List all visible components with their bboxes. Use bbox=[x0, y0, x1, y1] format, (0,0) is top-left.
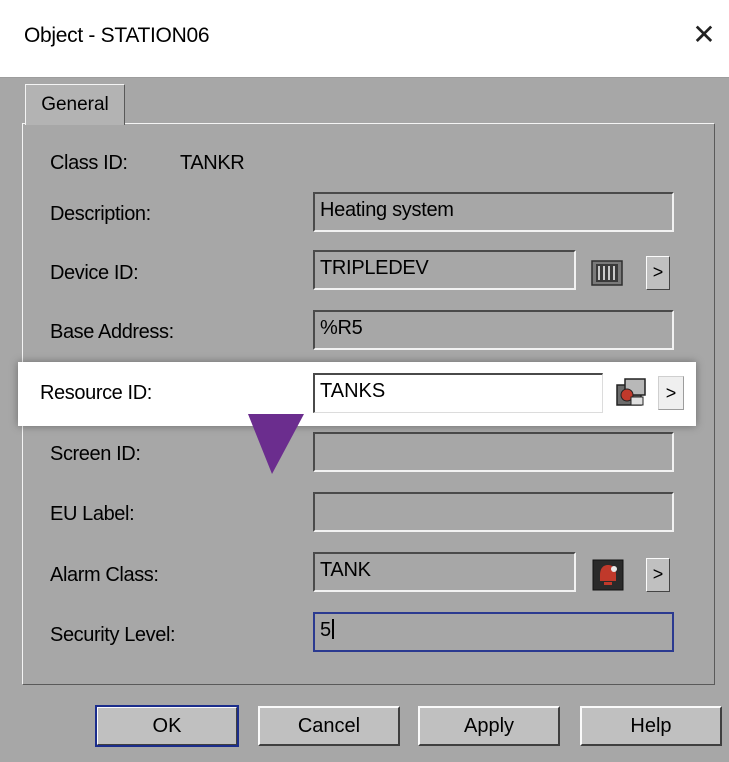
pointer-arrow-icon bbox=[248, 414, 304, 474]
window-title: Object - STATION06 bbox=[24, 24, 210, 47]
apply-button[interactable]: Apply bbox=[418, 706, 560, 746]
device-id-field[interactable]: TRIPLEDEV bbox=[313, 250, 576, 290]
cancel-button[interactable]: Cancel bbox=[258, 706, 400, 746]
title-divider bbox=[0, 77, 729, 78]
security-level-field[interactable]: 5 bbox=[313, 612, 674, 652]
eu-label-field[interactable] bbox=[313, 492, 674, 532]
device-browse-button[interactable]: > bbox=[646, 256, 670, 290]
tab-general[interactable]: General bbox=[25, 84, 125, 125]
alarm-class-label: Alarm Class: bbox=[50, 564, 159, 586]
base-address-label: Base Address: bbox=[50, 321, 174, 343]
screen-id-field[interactable] bbox=[313, 432, 674, 472]
eu-label-label: EU Label: bbox=[50, 503, 135, 525]
device-icon[interactable] bbox=[590, 255, 626, 291]
security-level-label: Security Level: bbox=[50, 624, 176, 646]
alarm-browse-button[interactable]: > bbox=[646, 558, 670, 592]
help-button[interactable]: Help bbox=[580, 706, 722, 746]
description-value: Heating system bbox=[320, 199, 454, 221]
resource-icon[interactable] bbox=[613, 375, 649, 411]
class-id-label: Class ID: bbox=[50, 152, 128, 174]
security-level-value: 5 bbox=[320, 619, 334, 642]
text-caret bbox=[331, 619, 334, 639]
description-label: Description: bbox=[50, 203, 151, 225]
resource-id-field[interactable]: TANKS bbox=[313, 373, 603, 413]
alarm-class-value: TANK bbox=[320, 559, 371, 581]
title-bar: Object - STATION06 ✕ bbox=[0, 0, 729, 77]
resource-id-value: TANKS bbox=[320, 380, 386, 402]
resource-id-label: Resource ID: bbox=[40, 382, 152, 404]
device-id-value: TRIPLEDEV bbox=[320, 257, 429, 279]
close-icon[interactable]: ✕ bbox=[687, 18, 721, 52]
base-address-field[interactable]: %R5 bbox=[313, 310, 674, 350]
device-id-label: Device ID: bbox=[50, 262, 139, 284]
resource-id-highlight: Resource ID: TANKS > bbox=[18, 362, 696, 426]
screen-id-label: Screen ID: bbox=[50, 443, 141, 465]
alarm-icon[interactable] bbox=[590, 557, 626, 593]
ok-button[interactable]: OK bbox=[95, 705, 239, 747]
class-id-value: TANKR bbox=[180, 152, 245, 174]
description-field[interactable]: Heating system bbox=[313, 192, 674, 232]
alarm-class-field[interactable]: TANK bbox=[313, 552, 576, 592]
base-address-value: %R5 bbox=[320, 317, 363, 339]
resource-browse-button[interactable]: > bbox=[658, 376, 684, 410]
